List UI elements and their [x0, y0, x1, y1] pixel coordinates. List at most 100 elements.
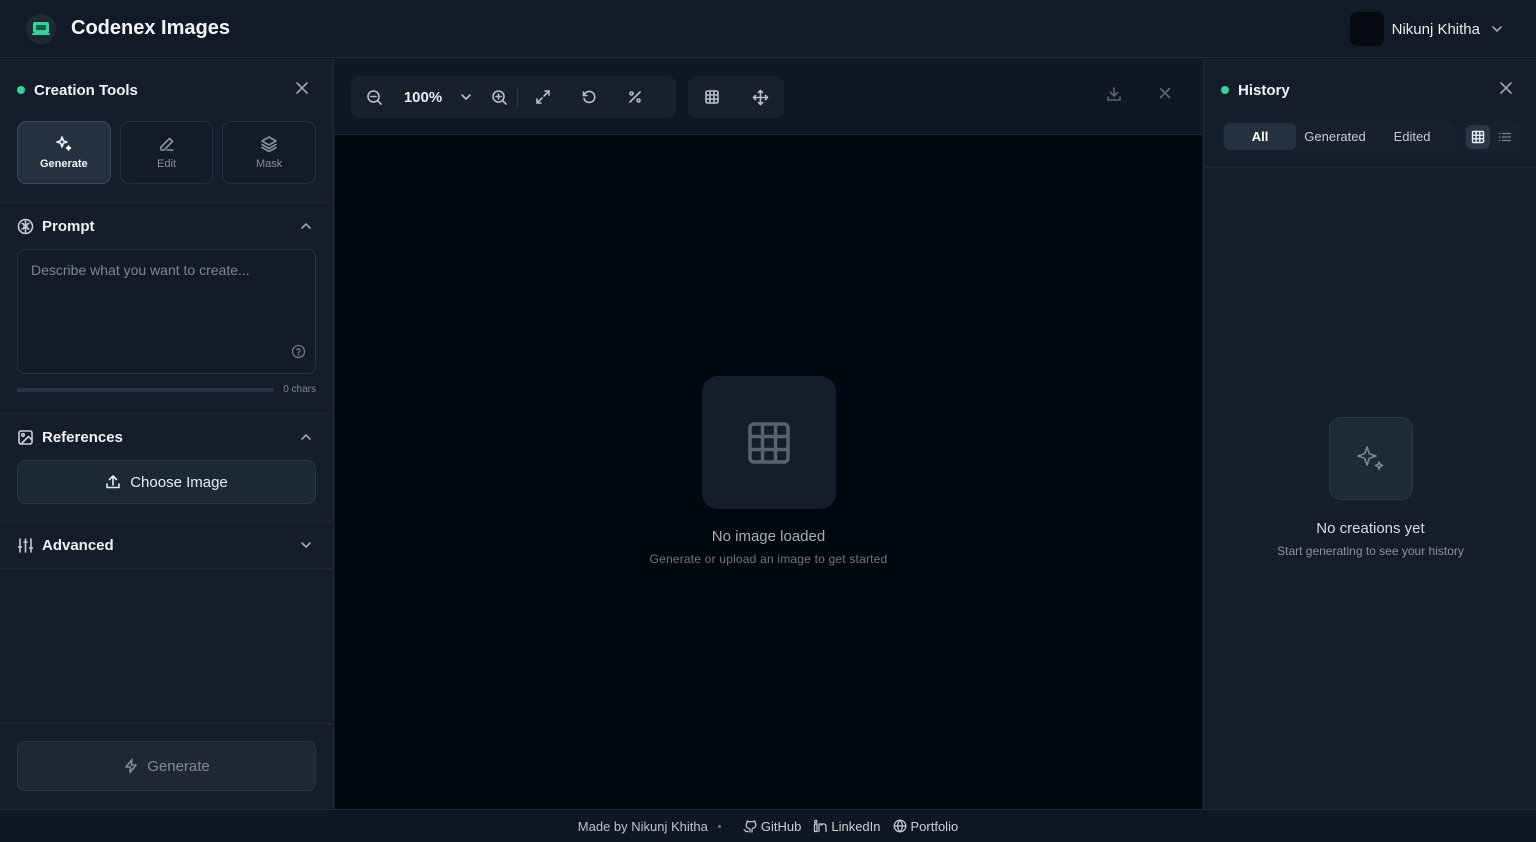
zoom-dropdown-button[interactable]	[449, 76, 483, 118]
layers-icon	[260, 135, 278, 153]
char-count: 0 chars	[283, 384, 316, 395]
divider	[0, 568, 333, 569]
history-empty-subtitle: Start generating to see your history	[1277, 544, 1464, 558]
chevron-down-icon	[1490, 22, 1504, 36]
chevron-up-icon[interactable]	[299, 430, 313, 444]
upload-icon	[105, 474, 130, 490]
grid-icon	[1471, 130, 1485, 143]
close-icon[interactable]	[1158, 86, 1172, 100]
section-title: Prompt	[42, 217, 95, 235]
percent-icon	[629, 91, 641, 103]
github-label: GitHub	[760, 818, 802, 834]
separator-dot	[717, 824, 721, 828]
github-link[interactable]: GitHub	[743, 819, 801, 834]
toolbar-separator	[517, 87, 518, 107]
avatar	[1349, 12, 1384, 46]
zoom-in-button[interactable]	[483, 76, 515, 118]
prompt-box	[17, 249, 316, 374]
zoom-controls: 100%	[351, 76, 676, 118]
github-icon	[743, 820, 757, 833]
lightning-icon	[123, 758, 147, 774]
help-circle-icon[interactable]	[291, 344, 306, 359]
choose-image-label: Choose Image	[130, 473, 228, 491]
zoom-out-button[interactable]	[351, 76, 397, 118]
filter-edited-tab[interactable]: Edited	[1374, 123, 1450, 150]
expand-icon	[536, 90, 550, 104]
filter-all-tab[interactable]: All	[1224, 123, 1296, 150]
prompt-section-header[interactable]: Prompt	[0, 203, 333, 249]
fit-screen-button[interactable]	[520, 76, 566, 118]
panel-header: Creation Tools	[0, 59, 333, 121]
mode-label: Generate	[39, 158, 88, 170]
choose-image-button[interactable]: Choose Image	[17, 460, 316, 504]
mode-edit-button[interactable]: Edit	[119, 121, 214, 184]
panel-header: History	[1204, 59, 1536, 121]
sparkles-icon	[55, 135, 73, 153]
portfolio-label: Portfolio	[910, 818, 959, 834]
linkedin-link[interactable]: LinkedIn	[813, 818, 881, 834]
history-filter-tabs: All Generated Edited	[1222, 121, 1455, 152]
image-icon	[17, 429, 34, 446]
mode-label: Edit	[157, 158, 176, 170]
mode-label: Mask	[256, 158, 283, 170]
mode-mask-button[interactable]: Mask	[222, 121, 317, 184]
globe-icon	[893, 819, 906, 833]
panel-title: History	[1238, 81, 1290, 99]
advanced-section-header[interactable]: Advanced	[0, 522, 333, 568]
panel-title: Creation Tools	[34, 81, 138, 99]
empty-title: No image loaded	[711, 528, 826, 545]
pencil-icon	[158, 135, 176, 153]
mode-selector: Generate Edit Mask	[0, 121, 333, 184]
filter-generated-tab[interactable]: Generated	[1296, 123, 1374, 150]
brain-icon	[17, 218, 34, 235]
history-empty-title: No creations yet	[1316, 520, 1425, 537]
grid-view-button[interactable]	[1466, 124, 1490, 149]
portfolio-link[interactable]: Portfolio	[893, 818, 959, 834]
user-menu[interactable]: Nikunj Khitha	[1349, 12, 1504, 46]
linkedin-label: LinkedIn	[831, 818, 881, 834]
status-dot	[1221, 86, 1229, 94]
list-view-button[interactable]	[1493, 125, 1517, 149]
section-title: Advanced	[42, 536, 114, 554]
zoom-out-icon	[366, 89, 382, 105]
prompt-input[interactable]	[31, 262, 302, 352]
char-progress-bar	[17, 387, 275, 392]
pan-button[interactable]	[736, 76, 784, 118]
logo-icon	[26, 13, 56, 44]
made-by-text: Made by Nikunj Khitha	[577, 818, 708, 834]
history-panel: History All Generated Edited No creation…	[1203, 59, 1536, 809]
generate-button[interactable]: Generate	[17, 741, 316, 791]
mode-generate-button[interactable]: Generate	[17, 121, 111, 184]
creation-tools-panel: Creation Tools Generate Edit Mask Prompt…	[0, 59, 334, 809]
view-mode-toggle	[1463, 121, 1520, 152]
canvas-area: 100% No image loaded Generate or upload …	[335, 59, 1202, 809]
download-icon[interactable]	[1106, 86, 1122, 102]
close-icon[interactable]	[295, 81, 309, 95]
grid-toggle-button[interactable]	[688, 76, 736, 118]
history-empty-placeholder	[1329, 417, 1413, 500]
sliders-icon	[17, 537, 34, 554]
grid-icon	[705, 90, 719, 104]
grid-icon	[748, 421, 790, 464]
chevron-up-icon[interactable]	[299, 219, 313, 233]
linkedin-icon	[814, 819, 827, 833]
references-section-header[interactable]: References	[0, 414, 333, 460]
list-icon	[1498, 132, 1512, 141]
move-icon	[752, 89, 768, 105]
app-header: Codenex Images Nikunj Khitha	[0, 0, 1536, 58]
canvas-toolbar: 100%	[335, 59, 1202, 135]
empty-subtitle: Generate or upload an image to get start…	[649, 552, 888, 566]
zoom-in-icon	[491, 89, 507, 105]
brand-title: Codenex Images	[71, 17, 230, 39]
zoom-level: 100%	[403, 88, 443, 106]
close-icon[interactable]	[1499, 81, 1513, 95]
chevron-down-icon	[461, 94, 471, 100]
history-filter-row: All Generated Edited	[1204, 121, 1536, 168]
sparkles-icon	[1357, 445, 1384, 470]
chevron-down-icon[interactable]	[299, 538, 313, 552]
app-footer: Made by Nikunj Khitha GitHub LinkedIn Po…	[0, 809, 1536, 842]
reset-button[interactable]	[566, 76, 612, 118]
rotate-ccw-icon	[582, 90, 596, 104]
percent-button[interactable]	[612, 76, 658, 118]
generate-label: Generate	[147, 757, 210, 775]
